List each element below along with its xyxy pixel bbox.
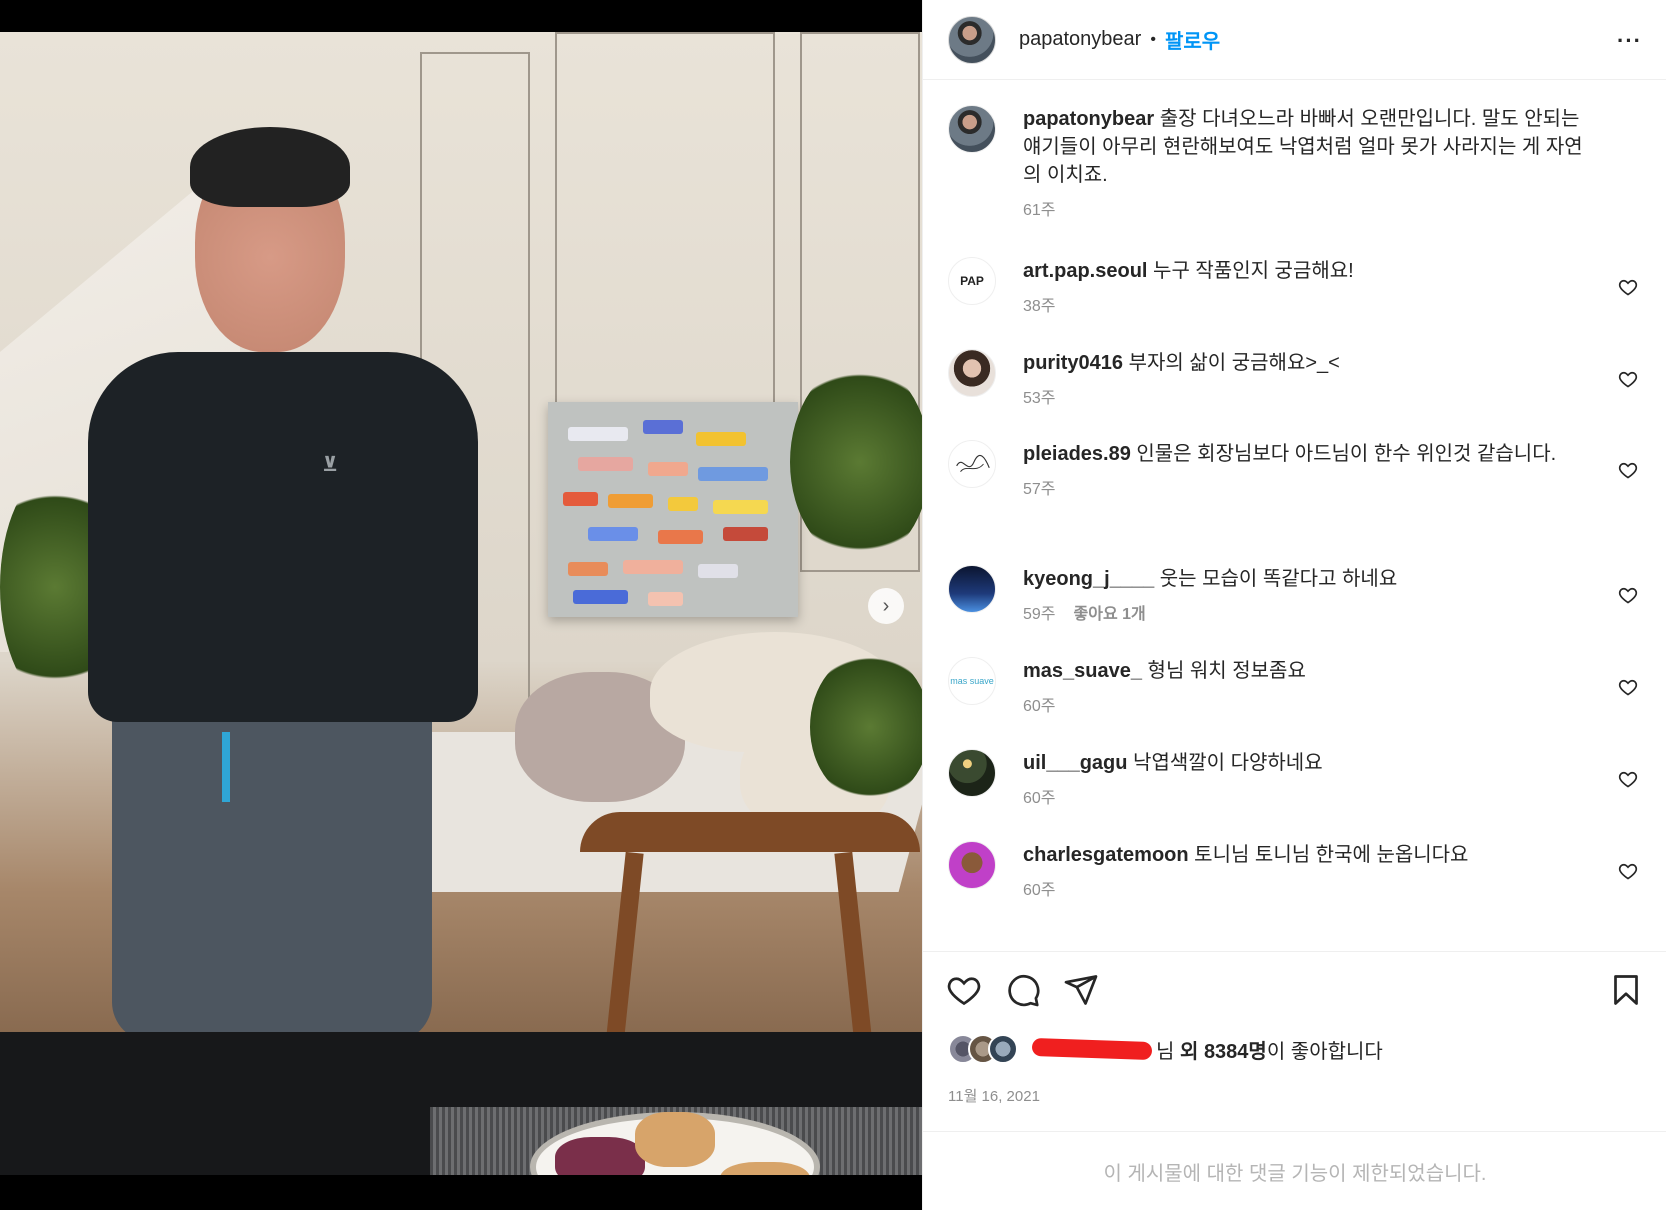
comment-username[interactable]: purity0416 (1023, 352, 1123, 374)
commenter-avatar[interactable] (948, 749, 996, 797)
heart-icon[interactable] (946, 972, 982, 1008)
likes-count[interactable]: 8384명 (1204, 1035, 1267, 1064)
caption-time[interactable]: 61주 (1023, 202, 1056, 219)
comment-time[interactable]: 60주 (1023, 882, 1056, 899)
heart-icon[interactable] (1618, 769, 1638, 789)
author-username[interactable]: papatonybear (1019, 28, 1141, 51)
commenter-avatar[interactable] (948, 565, 996, 613)
comments-restricted-notice: 이 게시물에 대한 댓글 기능이 제한되었습니다. (923, 1131, 1666, 1210)
comment-username[interactable]: pleiades.89 (1023, 443, 1131, 465)
heart-icon[interactable] (1618, 369, 1638, 389)
comment-time[interactable]: 53주 (1023, 390, 1056, 407)
commenter-avatar[interactable] (948, 349, 996, 397)
separator-dot: • (1150, 30, 1156, 48)
pastry (635, 1112, 715, 1167)
heart-icon[interactable] (1618, 585, 1638, 605)
heart-icon[interactable] (1618, 277, 1638, 297)
comment-time[interactable]: 38주 (1023, 298, 1056, 315)
signature-avatar-icon (956, 454, 990, 472)
liker-suffix: 님 (1156, 1040, 1175, 1063)
likes-summary[interactable]: 님 외 8384명 이 좋아합니다 (948, 1034, 1383, 1064)
commenter-avatar[interactable]: mas suave (948, 657, 996, 705)
post-date[interactable]: 11월 16, 2021 (948, 1085, 1040, 1106)
commenter-avatar[interactable] (948, 841, 996, 889)
comment-row: pleiades.89 인물은 회장님보다 아드님이 한수 위인것 같습니다. … (948, 440, 1638, 504)
shorts-drawstring (222, 732, 230, 802)
comment-row: uil___gagu 낙엽색깔이 다양하네요 60주 (948, 749, 1638, 813)
avatar-text: PAP (960, 274, 984, 288)
caption-username[interactable]: papatonybear (1023, 108, 1154, 130)
comment-likes-count[interactable]: 좋아요 1개 (1074, 606, 1146, 623)
caption-row: papatonybear 출장 다녀오느라 바빠서 오랜만입니다. 말도 안되는… (948, 105, 1638, 225)
plant (790, 362, 922, 562)
comment-text: 부자의 삶이 궁금해요>_< (1128, 352, 1340, 374)
comment-text: 누구 작품인지 궁금해요! (1153, 260, 1354, 282)
likes-and-others: 외 (1179, 1040, 1199, 1063)
comment-username[interactable]: uil___gagu (1023, 752, 1127, 774)
bookmark-icon[interactable] (1608, 972, 1644, 1008)
comment-text: 토니님 토니님 한국에 눈옵니다요 (1194, 844, 1469, 866)
follow-button[interactable]: 팔로우 (1165, 25, 1220, 54)
person-shirt (88, 352, 478, 722)
liker-avatar (988, 1034, 1018, 1064)
next-image-button[interactable]: › (868, 588, 904, 624)
chevron-right-icon: › (882, 594, 890, 617)
instagram-post-view: ⊻ › papatonybear • 팔로우 ··· papatonybear … (0, 0, 1666, 1210)
heart-icon[interactable] (1618, 861, 1638, 881)
commenter-avatar[interactable]: PAP (948, 257, 996, 305)
comment-time[interactable]: 60주 (1023, 790, 1056, 807)
post-header: papatonybear • 팔로우 ··· (923, 0, 1666, 80)
author-avatar[interactable] (948, 105, 996, 153)
comment-text: 형님 워치 정보좀요 (1147, 660, 1306, 682)
comment-text: 웃는 모습이 똑같다고 하네요 (1159, 568, 1398, 590)
author-avatar[interactable] (948, 15, 996, 64)
comment-username[interactable]: mas_suave_ (1023, 660, 1142, 682)
post-actions: 님 외 8384명 이 좋아합니다 11월 16, 2021 (923, 951, 1666, 1131)
post-side-panel: papatonybear • 팔로우 ··· papatonybear 출장 다… (922, 0, 1666, 1210)
comments-list[interactable]: papatonybear 출장 다녀오느라 바빠서 오랜만입니다. 말도 안되는… (923, 81, 1666, 951)
comment-time[interactable]: 60주 (1023, 698, 1056, 715)
comment-username[interactable]: charlesgatemoon (1023, 844, 1189, 866)
send-icon[interactable] (1063, 972, 1099, 1008)
heart-icon[interactable] (1618, 677, 1638, 697)
comment-row: PAP art.pap.seoul 누구 작품인지 궁금해요! 38주 (948, 257, 1638, 321)
comment-icon[interactable] (1005, 972, 1041, 1008)
comment-username[interactable]: kyeong_j____ (1023, 568, 1154, 590)
comment-text: 인물은 회장님보다 아드님이 한수 위인것 같습니다. (1136, 443, 1557, 465)
redacted-username (1031, 1037, 1153, 1061)
more-options-icon[interactable]: ··· (1617, 28, 1642, 54)
avatar-text: mas suave (950, 676, 994, 686)
comment-row: kyeong_j____ 웃는 모습이 똑같다고 하네요 59주 좋아요 1개 (948, 565, 1638, 629)
comment-time[interactable]: 57주 (1023, 481, 1056, 498)
comment-row: charlesgatemoon 토니님 토니님 한국에 눈옵니다요 60주 (948, 841, 1638, 905)
comment-row: mas suave mas_suave_ 형님 워치 정보좀요 60주 (948, 657, 1638, 721)
comment-username[interactable]: art.pap.seoul (1023, 260, 1147, 282)
brand-logo: ⊻ (322, 454, 339, 476)
pastry (555, 1137, 645, 1175)
plant (810, 652, 922, 802)
likes-tail: 이 좋아합니다 (1266, 1040, 1383, 1063)
comment-time[interactable]: 59주 (1023, 606, 1056, 623)
post-photo: ⊻ (0, 32, 922, 1175)
person-hair (190, 127, 350, 207)
comment-row: purity0416 부자의 삶이 궁금해요>_< 53주 (948, 349, 1638, 413)
comment-text: 낙엽색깔이 다양하네요 (1133, 752, 1323, 774)
person-shorts (112, 712, 432, 1042)
heart-icon[interactable] (1618, 460, 1638, 480)
commenter-avatar[interactable] (948, 440, 996, 488)
post-media: ⊻ › (0, 0, 922, 1210)
abstract-painting (548, 402, 798, 617)
